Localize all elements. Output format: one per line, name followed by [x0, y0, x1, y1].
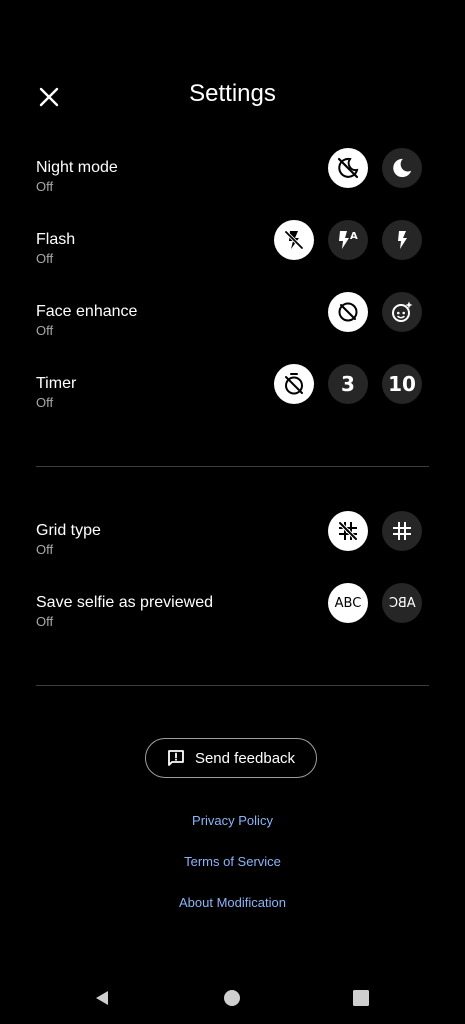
grid-type-options: [328, 511, 422, 551]
setting-label: Flash: [36, 231, 76, 248]
night-mode-off-icon: [337, 157, 359, 179]
flash-off-icon: [284, 230, 304, 250]
setting-row-flash: Flash Off A: [36, 220, 429, 278]
home-button[interactable]: [212, 978, 252, 1018]
face-enhance-on-button[interactable]: [382, 292, 422, 332]
save-selfie-options: ABC ABC: [328, 583, 422, 623]
recents-button[interactable]: [341, 978, 381, 1018]
grid-off-button[interactable]: [328, 511, 368, 551]
flash-off-button[interactable]: [274, 220, 314, 260]
send-feedback-button[interactable]: Send feedback: [145, 738, 317, 778]
back-icon: [96, 991, 108, 1005]
recents-icon: [353, 990, 369, 1006]
flash-auto-button[interactable]: A: [328, 220, 368, 260]
face-enhance-off-button[interactable]: [328, 292, 368, 332]
selfie-normal-button[interactable]: ABC: [328, 583, 368, 623]
divider: [36, 685, 429, 686]
setting-label: Grid type: [36, 522, 101, 539]
flash-auto-letter: A: [350, 231, 358, 242]
terms-of-service-link[interactable]: Terms of Service: [0, 854, 465, 869]
feedback-icon: [168, 750, 184, 766]
divider: [36, 466, 429, 467]
night-mode-options: [328, 148, 422, 188]
selfie-mirrored-button[interactable]: ABC: [382, 583, 422, 623]
setting-row-face-enhance: Face enhance Off: [36, 292, 429, 350]
timer-10-button[interactable]: 10: [382, 364, 422, 404]
timer-off-button[interactable]: [274, 364, 314, 404]
face-enhance-off-icon: [338, 302, 358, 322]
privacy-policy-link[interactable]: Privacy Policy: [0, 813, 465, 828]
face-enhance-options: [328, 292, 422, 332]
timer-3-icon: 3: [341, 372, 355, 396]
selfie-normal-icon: ABC: [334, 595, 362, 611]
setting-value: Off: [36, 323, 54, 338]
grid-on-button[interactable]: [382, 511, 422, 551]
setting-value: Off: [36, 614, 54, 629]
setting-row-save-selfie: Save selfie as previewed Off ABC ABC: [36, 583, 429, 641]
night-mode-on-icon: [393, 158, 412, 178]
setting-row-timer: Timer Off 3 10: [36, 364, 429, 422]
setting-label: Face enhance: [36, 303, 138, 320]
page-title: Settings: [189, 80, 276, 107]
about-modification-link[interactable]: About Modification: [0, 895, 465, 910]
setting-label: Night mode: [36, 159, 118, 176]
send-feedback-label: Send feedback: [194, 749, 296, 767]
back-button[interactable]: [82, 978, 122, 1018]
selfie-mirrored-icon: ABC: [388, 595, 416, 611]
setting-label: Save selfie as previewed: [36, 594, 213, 611]
setting-value: Off: [36, 179, 54, 194]
system-nav-bar: [0, 978, 465, 1018]
setting-value: Off: [36, 542, 54, 557]
face-enhance-on-icon: [392, 301, 413, 322]
setting-label: Timer: [36, 375, 77, 392]
setting-row-grid-type: Grid type Off: [36, 511, 429, 569]
night-mode-on-button[interactable]: [382, 148, 422, 188]
timer-off-icon: [285, 373, 303, 395]
setting-value: Off: [36, 251, 54, 266]
flash-on-button[interactable]: [382, 220, 422, 260]
timer-3-button[interactable]: 3: [328, 364, 368, 404]
setting-value: Off: [36, 395, 54, 410]
flash-on-icon: [398, 231, 407, 249]
home-icon: [224, 990, 240, 1006]
timer-options: 3 10: [274, 364, 422, 404]
grid-off-icon: [338, 521, 358, 541]
grid-on-icon: [393, 522, 411, 540]
night-mode-off-button[interactable]: [328, 148, 368, 188]
flash-auto-icon: A: [339, 231, 358, 249]
timer-10-icon: 10: [388, 372, 416, 396]
setting-row-night-mode: Night mode Off: [36, 148, 429, 206]
flash-options: A: [274, 220, 422, 260]
